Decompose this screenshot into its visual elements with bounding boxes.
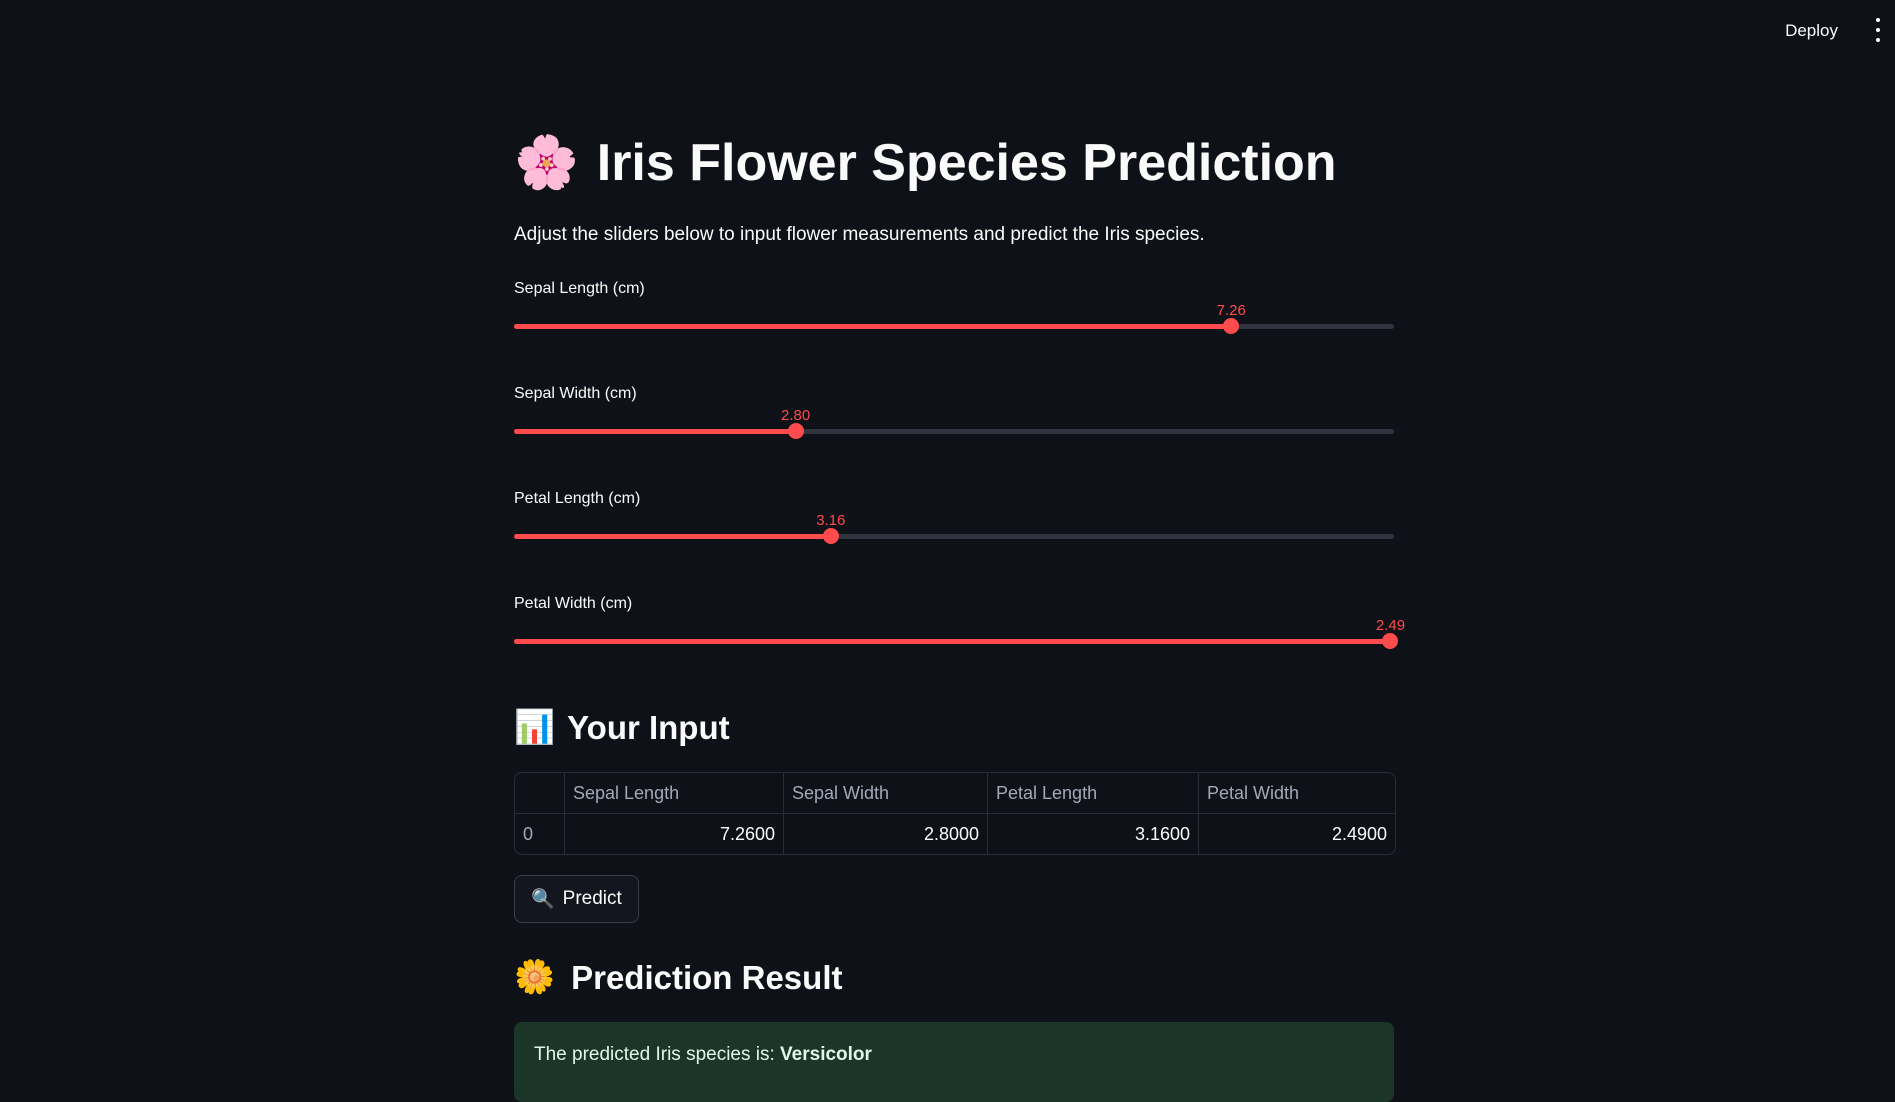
page-title: 🌸 Iris Flower Species Prediction	[514, 132, 1337, 193]
slider-fill	[514, 639, 1391, 644]
blossom-icon: 🌼	[514, 958, 556, 995]
deploy-button[interactable]: Deploy	[1770, 12, 1853, 50]
input-dataframe: Sepal Length Sepal Width Petal Length Pe…	[514, 772, 1396, 855]
input-section-heading: 📊 Your Input	[514, 708, 730, 747]
table-header-cell[interactable]: Petal Width	[1198, 773, 1395, 813]
slider-label: Sepal Width (cm)	[514, 385, 637, 402]
slider-petal-length: Petal Length (cm) 3.16	[514, 490, 1394, 580]
prediction-success-alert: The predicted Iris species is: Versicolo…	[514, 1022, 1394, 1102]
slider-fill	[514, 324, 1232, 329]
top-toolbar: Deploy	[0, 0, 1895, 58]
main-menu-icon[interactable]	[1871, 18, 1885, 42]
slider-value: 7.26	[1216, 302, 1246, 319]
bar-chart-icon: 📊	[514, 708, 556, 745]
slider-track[interactable]	[514, 324, 1394, 329]
cherry-blossom-icon: 🌸	[514, 134, 579, 192]
slider-label: Petal Length (cm)	[514, 490, 641, 507]
table-header-cell[interactable]: Sepal Length	[564, 773, 783, 813]
slider-thumb[interactable]	[1223, 318, 1240, 334]
table-header-cell[interactable]: Petal Length	[987, 773, 1198, 813]
slider-value: 3.16	[816, 512, 846, 529]
slider-track[interactable]	[514, 429, 1394, 434]
table-cell[interactable]: 3.1600	[987, 814, 1198, 854]
slider-sepal-length: Sepal Length (cm) 7.26	[514, 280, 1394, 370]
predict-button[interactable]: 🔍 Predict	[514, 875, 639, 923]
slider-petal-width: Petal Width (cm) 2.49	[514, 595, 1405, 685]
table-row: 0 7.2600 2.8000 3.1600 2.4900	[515, 813, 1395, 854]
slider-sepal-width: Sepal Width (cm) 2.80	[514, 385, 1394, 475]
result-section-heading-text: Prediction Result	[571, 958, 843, 996]
slider-track[interactable]	[514, 534, 1394, 539]
slider-fill	[514, 534, 831, 539]
slider-label: Sepal Length (cm)	[514, 280, 645, 297]
slider-thumb[interactable]	[822, 528, 839, 544]
table-header-row: Sepal Length Sepal Width Petal Length Pe…	[515, 773, 1395, 813]
table-cell[interactable]: 7.2600	[564, 814, 783, 854]
predicted-species: Versicolor	[780, 1044, 872, 1065]
slider-fill	[514, 429, 796, 434]
slider-thumb[interactable]	[787, 423, 804, 439]
table-header-cell	[515, 773, 564, 813]
result-section-heading: 🌼 Prediction Result	[514, 958, 842, 997]
slider-value: 2.49	[1375, 617, 1406, 634]
table-header-cell[interactable]: Sepal Width	[783, 773, 987, 813]
slider-thumb[interactable]	[1382, 633, 1399, 649]
predict-button-label: Predict	[562, 888, 622, 909]
magnifier-icon: 🔍	[531, 889, 555, 910]
slider-track[interactable]	[514, 639, 1394, 644]
slider-label: Petal Width (cm)	[514, 595, 633, 612]
page-subtitle: Adjust the sliders below to input flower…	[514, 224, 1205, 245]
result-text-prefix: The predicted Iris species is:	[534, 1044, 781, 1065]
slider-value: 2.80	[780, 407, 811, 424]
table-index-cell: 0	[523, 823, 534, 844]
table-cell[interactable]: 2.4900	[1198, 814, 1395, 854]
page-title-text: Iris Flower Species Prediction	[596, 133, 1337, 192]
input-section-heading-text: Your Input	[567, 708, 730, 746]
table-cell[interactable]: 2.8000	[783, 814, 987, 854]
